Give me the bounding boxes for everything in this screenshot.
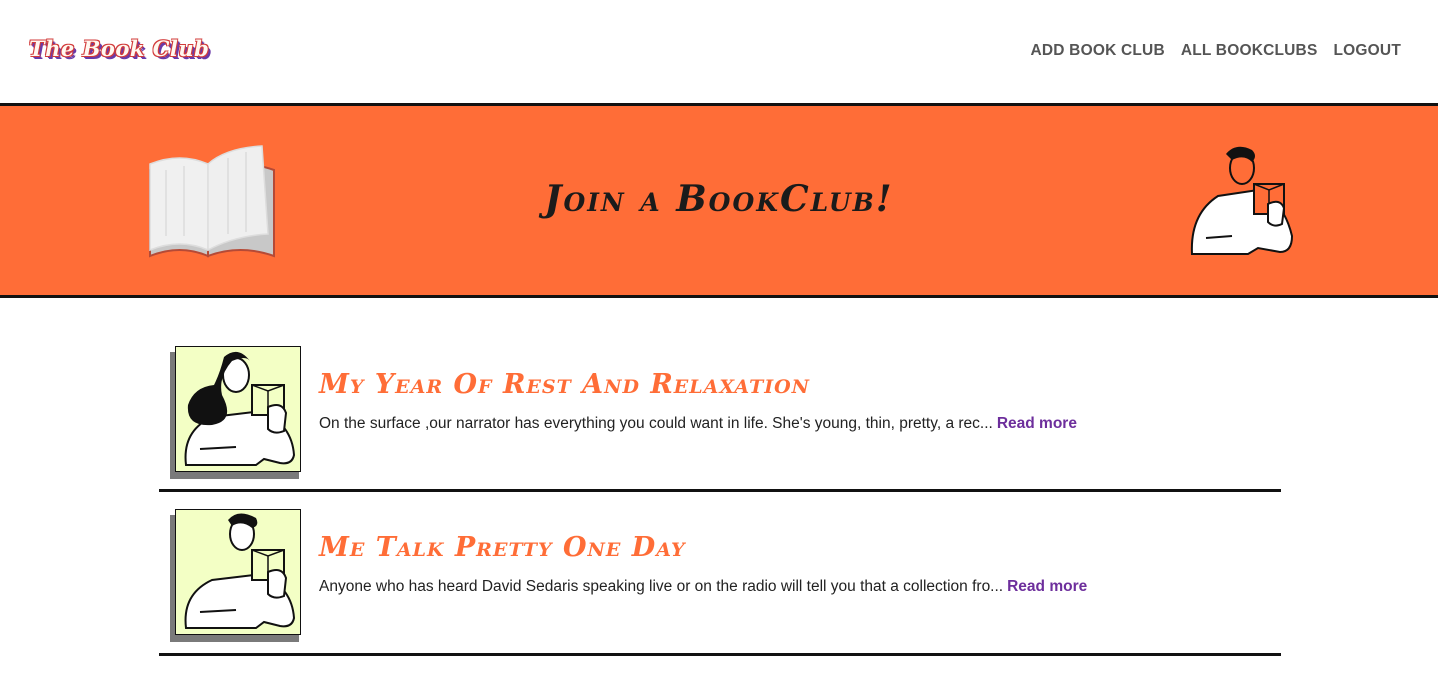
man-reading-illustration: [1190, 146, 1294, 255]
read-more-link[interactable]: Read more: [997, 415, 1077, 432]
club-title[interactable]: My Year Of Rest And Relaxation: [319, 369, 810, 400]
description-text: On the surface ,our narrator has everyth…: [319, 415, 993, 432]
nav-logout[interactable]: LOGOUT: [1334, 42, 1402, 60]
man-reading-illustration: [184, 513, 296, 629]
main-nav: ADD BOOK CLUB ALL BOOKCLUBS LOGOUT: [1031, 42, 1402, 60]
read-more-link[interactable]: Read more: [1007, 578, 1087, 595]
club-list-item: Me Talk Pretty One Day Anyone who has he…: [159, 508, 1281, 656]
club-description: On the surface ,our narrator has everyth…: [319, 415, 1077, 433]
club-thumbnail[interactable]: [175, 346, 301, 472]
club-thumbnail[interactable]: [175, 509, 301, 635]
site-logo[interactable]: The Book Club: [29, 36, 209, 61]
woman-reading-illustration: [184, 351, 296, 466]
club-description: Anyone who has heard David Sedaris speak…: [319, 578, 1087, 596]
item-divider: [159, 489, 1281, 492]
club-title[interactable]: Me Talk Pretty One Day: [319, 532, 686, 563]
nav-add-book-club[interactable]: ADD BOOK CLUB: [1031, 42, 1165, 60]
hero-divider: [0, 295, 1438, 298]
hero-banner: Join a BookClub!: [0, 106, 1438, 295]
top-navbar: The Book Club ADD BOOK CLUB ALL BOOKCLUB…: [0, 0, 1438, 103]
item-divider: [159, 653, 1281, 656]
club-list-item: My Year Of Rest And Relaxation On the su…: [159, 345, 1281, 492]
nav-all-bookclubs[interactable]: ALL BOOKCLUBS: [1181, 42, 1318, 60]
description-text: Anyone who has heard David Sedaris speak…: [319, 578, 1004, 595]
